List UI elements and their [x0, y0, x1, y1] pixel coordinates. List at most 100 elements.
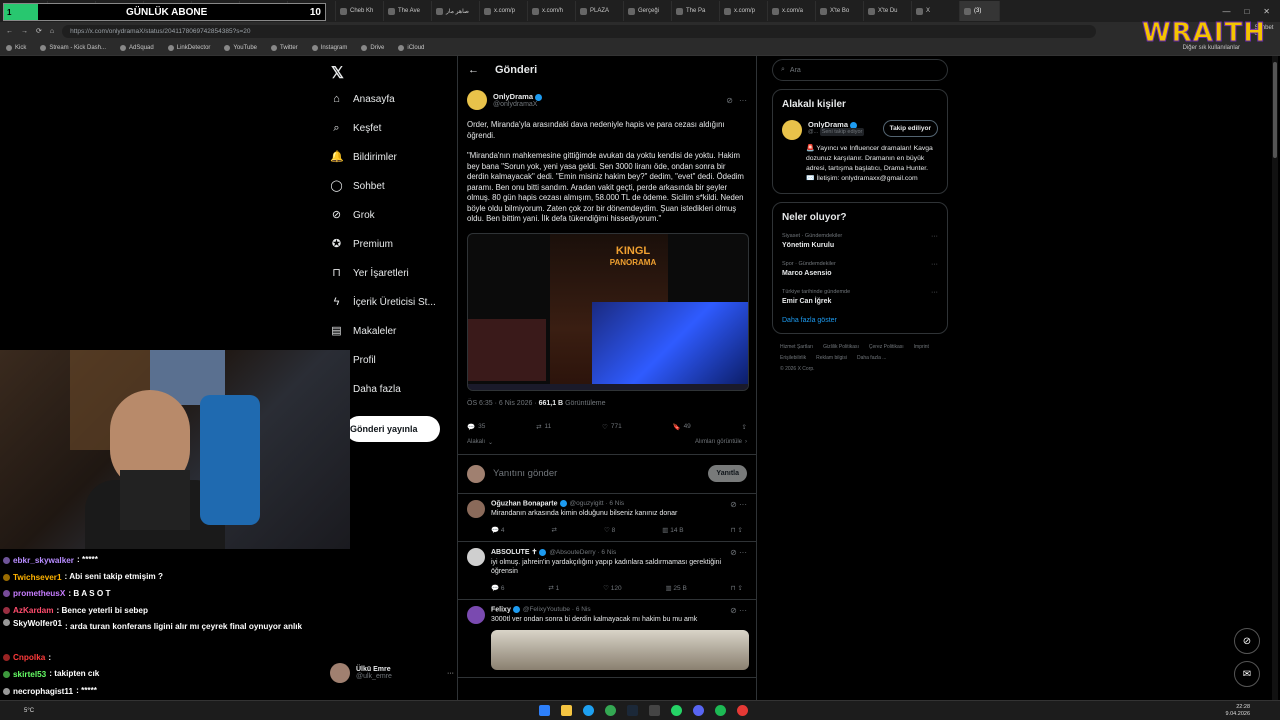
- more-icon[interactable]: ···: [931, 261, 938, 277]
- grok-icon[interactable]: ⊘: [726, 96, 733, 105]
- search-input[interactable]: ⌕ Ara: [772, 59, 948, 81]
- whatsapp-icon[interactable]: [671, 705, 683, 716]
- scrollbar-thumb[interactable]: [1273, 62, 1277, 158]
- grok-icon[interactable]: ⊘: [1234, 628, 1260, 654]
- url-field[interactable]: https://x.com/onlydramaX/status/20411780…: [62, 24, 1097, 38]
- file-explorer-icon[interactable]: [561, 705, 573, 716]
- browser-tab[interactable]: X'te Du: [864, 1, 912, 21]
- forward-icon[interactable]: →: [21, 28, 28, 35]
- reply-input[interactable]: Yanıtını gönder: [493, 468, 700, 479]
- nav-item-search[interactable]: ⌕ Keşfet: [326, 114, 456, 143]
- reply-author[interactable]: Felixy: [491, 606, 511, 613]
- views-action[interactable]: ▥ 14 B: [662, 526, 683, 534]
- trend-item[interactable]: Türkiye tarihinde gündemde Emir Can İğrek…: [782, 289, 938, 305]
- related-avatar[interactable]: [782, 120, 802, 140]
- footer-link[interactable]: Imprint: [914, 342, 929, 353]
- more-icon[interactable]: ···: [931, 233, 938, 249]
- chrome-icon[interactable]: [605, 705, 617, 716]
- browser-tab[interactable]: X: [912, 1, 960, 21]
- share-icon[interactable]: ⇪: [742, 423, 747, 431]
- weather-widget[interactable]: 5°C: [24, 708, 34, 714]
- reply-action[interactable]: 💬 4: [491, 526, 505, 534]
- trend-item[interactable]: Siyaset · Gündemdekiler Yönetim Kurulu ···: [782, 233, 938, 249]
- spotify-icon[interactable]: [715, 705, 727, 716]
- reply-post[interactable]: Felixy @FelixyYoutube · 6 Nis 3000tl ver o…: [458, 600, 756, 679]
- nav-item-home[interactable]: ⌂ Anasayfa: [326, 85, 456, 114]
- more-icon[interactable]: ···: [447, 670, 454, 677]
- browser-tab[interactable]: صاهر مار: [432, 1, 480, 21]
- edge-icon[interactable]: [583, 705, 595, 716]
- footer-link[interactable]: Reklam bilgisi: [816, 353, 847, 364]
- bookmark-item[interactable]: Kick: [6, 44, 26, 51]
- nav-item-grok[interactable]: ⊘ Grok: [326, 201, 456, 230]
- post-time[interactable]: ÖS 6:35 · 6 Nis 2026 ·: [467, 400, 539, 407]
- reply-media-image[interactable]: [491, 630, 749, 671]
- bookmark-item[interactable]: LinkDetector: [167, 44, 210, 51]
- nav-item-article[interactable]: ▤ Makaleler: [326, 317, 456, 346]
- author-avatar[interactable]: [467, 90, 487, 110]
- chat-username[interactable]: skirtel53: [13, 670, 46, 679]
- bookmark-action[interactable]: 🔖 49: [672, 423, 690, 431]
- page-scrollbar[interactable]: [1272, 56, 1278, 700]
- nav-item-chat[interactable]: ◯ Sohbet: [326, 172, 456, 201]
- related-person[interactable]: OnlyDrama @... Seni takip ediyor Takip e…: [782, 120, 938, 140]
- reply-author[interactable]: Oğuzhan Bonaparte: [491, 500, 558, 507]
- obs-icon[interactable]: [737, 705, 749, 716]
- back-icon[interactable]: ←: [6, 28, 13, 35]
- reply-avatar[interactable]: [467, 547, 485, 566]
- repost-action[interactable]: ⇄: [552, 526, 557, 534]
- footer-link[interactable]: Çerez Politikası: [869, 342, 904, 353]
- maximize-icon[interactable]: □: [1244, 7, 1249, 16]
- reply-action[interactable]: 💬 35: [467, 423, 485, 431]
- close-icon[interactable]: ✕: [1263, 7, 1270, 16]
- show-more-link[interactable]: Daha fazla göster: [782, 317, 938, 324]
- reply-post[interactable]: ABSOLUTE ✝ @AbsouteDerry · 6 Nis iyi olmuş…: [458, 542, 756, 600]
- bookmark-item[interactable]: Twitter: [271, 44, 298, 51]
- start-icon[interactable]: [539, 705, 551, 716]
- home-icon[interactable]: ⌂: [50, 28, 54, 35]
- reply-avatar[interactable]: [467, 605, 485, 624]
- bookmark-item[interactable]: iCloud: [398, 44, 424, 51]
- heart-action[interactable]: ♡ 120: [603, 584, 622, 592]
- bookmark-item[interactable]: Drive: [361, 44, 384, 51]
- browser-tab[interactable]: The Ave: [384, 1, 432, 21]
- minimize-icon[interactable]: —: [1222, 7, 1230, 16]
- share-icon[interactable]: ⇪: [738, 527, 743, 534]
- x-logo-icon[interactable]: 𝕏: [331, 63, 344, 83]
- following-button[interactable]: Takip ediliyor: [882, 120, 938, 137]
- discord-icon[interactable]: [693, 705, 705, 716]
- footer-link[interactable]: Daha fazla ...: [857, 353, 886, 364]
- bookmark-icon[interactable]: ⊓: [731, 527, 738, 534]
- more-icon[interactable]: ⊘ ···: [730, 606, 747, 615]
- chat-username[interactable]: Cnpolka: [13, 653, 45, 662]
- chat-username[interactable]: prometheusX: [13, 589, 65, 598]
- heart-action[interactable]: ♡ 8: [604, 526, 615, 534]
- chat-username[interactable]: ebkr_skywalker: [13, 556, 74, 565]
- nav-item-lightning[interactable]: ϟ İçerik Üreticisi St...: [326, 288, 456, 317]
- footer-link[interactable]: Erişilebilirlik: [780, 353, 806, 364]
- browser-tab[interactable]: (3): [960, 1, 1000, 21]
- reload-icon[interactable]: ⟳: [36, 27, 42, 35]
- trend-item[interactable]: Spor · Gündemdekiler Marco Asensio ···: [782, 261, 938, 277]
- nav-item-bookmark[interactable]: ⊓ Yer İşaretleri: [326, 259, 456, 288]
- bookmark-item[interactable]: Instagram: [311, 44, 347, 51]
- more-icon[interactable]: ⊘ ···: [730, 548, 747, 557]
- bookmark-item[interactable]: YouTube: [224, 44, 257, 51]
- share-icon[interactable]: ⇪: [738, 585, 743, 592]
- browser-tab[interactable]: x.com/p: [480, 1, 528, 21]
- reply-submit-button[interactable]: Yanıtla: [708, 465, 747, 482]
- chat-username[interactable]: SkyWolfer01: [13, 619, 62, 628]
- chat-username[interactable]: necrophagist11: [13, 687, 73, 696]
- author-name[interactable]: OnlyDrama: [493, 92, 533, 101]
- post-media-image[interactable]: KINGL PANORAMA: [467, 232, 749, 391]
- author-handle[interactable]: @onlydramaX: [493, 101, 542, 108]
- browser-tab[interactable]: Cheb Kh: [336, 1, 384, 21]
- chat-username[interactable]: AzKardam: [13, 606, 54, 615]
- browser-tab[interactable]: x.com/a: [768, 1, 816, 21]
- footer-link[interactable]: Gizlilik Politikası: [823, 342, 859, 353]
- back-arrow-icon[interactable]: ←: [468, 64, 479, 76]
- reply-action[interactable]: 💬 6: [491, 584, 505, 592]
- reply-avatar[interactable]: [467, 499, 485, 518]
- browser-tab[interactable]: x.com/h: [528, 1, 576, 21]
- nav-item-premium[interactable]: ✪ Premium: [326, 230, 456, 259]
